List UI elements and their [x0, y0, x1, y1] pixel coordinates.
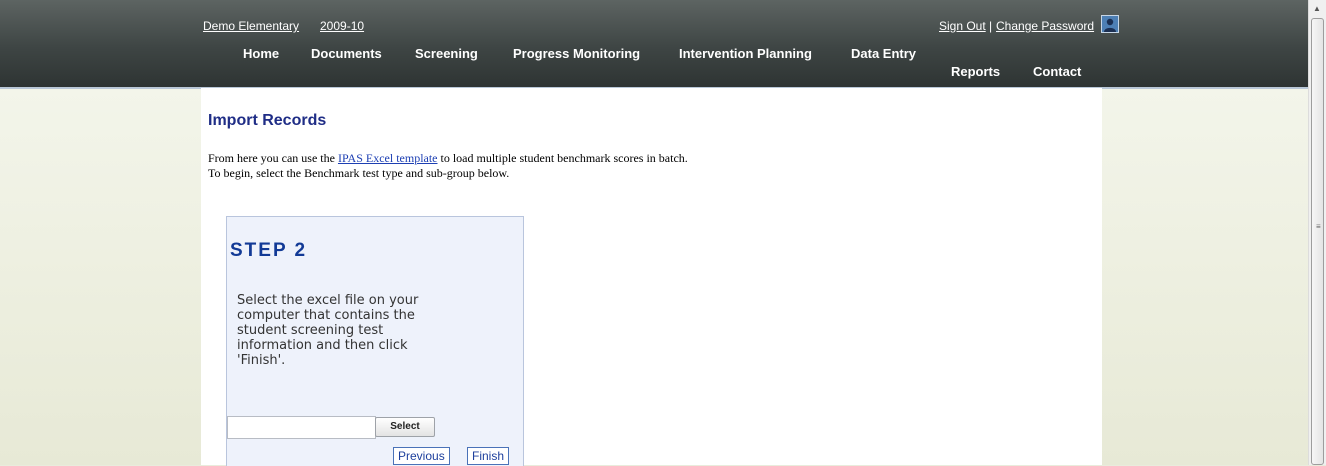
scrollbar-grip-icon: ≡: [1316, 222, 1321, 231]
school-link[interactable]: Demo Elementary: [203, 19, 299, 33]
previous-button[interactable]: Previous: [393, 447, 450, 465]
header-separator: |: [989, 19, 993, 33]
intro-text-start: From here you can use the: [208, 151, 338, 165]
scrollbar-thumb[interactable]: [1311, 18, 1324, 465]
intro-text: From here you can use the IPAS Excel tem…: [208, 151, 688, 181]
select-file-button[interactable]: Select: [375, 417, 435, 437]
nav-contact[interactable]: Contact: [1033, 64, 1081, 79]
main-content: Import Records From here you can use the…: [201, 88, 1102, 466]
step-panel: STEP 2 Select the excel file on your com…: [226, 216, 524, 466]
scroll-up-arrow-icon[interactable]: ▲: [1313, 4, 1321, 13]
year-link[interactable]: 2009-10: [320, 19, 364, 33]
ipas-template-link[interactable]: IPAS Excel template: [338, 151, 438, 165]
nav-documents[interactable]: Documents: [311, 46, 382, 61]
step-title: STEP 2: [230, 240, 308, 261]
nav-screening[interactable]: Screening: [415, 46, 478, 61]
site-header: Demo Elementary 2009-10 Sign Out | Chang…: [0, 0, 1308, 89]
finish-button[interactable]: Finish: [467, 447, 510, 465]
nav-reports[interactable]: Reports: [951, 64, 1000, 79]
intro-text-end: to load multiple student benchmark score…: [437, 151, 688, 165]
nav-progress-monitoring[interactable]: Progress Monitoring: [513, 46, 640, 61]
user-icon[interactable]: [1101, 15, 1119, 33]
nav-intervention-planning[interactable]: Intervention Planning: [679, 46, 812, 61]
nav-data-entry[interactable]: Data Entry: [851, 46, 916, 61]
sign-out-link[interactable]: Sign Out: [939, 19, 986, 33]
change-password-link[interactable]: Change Password: [996, 19, 1094, 33]
page-title: Import Records: [208, 112, 327, 129]
nav-home[interactable]: Home: [243, 46, 279, 61]
step-instructions: Select the excel file on your computer t…: [237, 293, 419, 368]
intro-text-line2: To begin, select the Benchmark test type…: [208, 166, 510, 180]
file-path-input[interactable]: [227, 416, 376, 439]
